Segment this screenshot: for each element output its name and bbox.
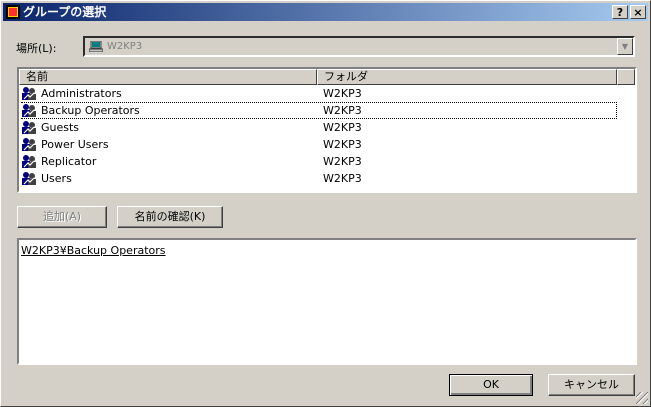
group-icon — [21, 103, 37, 118]
title-bar[interactable]: グループの選択 ? × — [3, 3, 648, 21]
group-list[interactable]: 名前 フォルダ Administrators W2KP3 Backup Operat… — [17, 67, 637, 193]
ok-button[interactable]: OK — [449, 374, 533, 396]
group-folder: W2KP3 — [323, 87, 362, 100]
list-item[interactable]: Guests W2KP3 — [21, 119, 617, 136]
list-item[interactable]: Backup Operators W2KP3 — [21, 102, 617, 119]
group-icon — [21, 120, 37, 135]
list-item[interactable]: Power Users W2KP3 — [21, 136, 617, 153]
column-header-name[interactable]: 名前 — [19, 69, 317, 85]
close-button[interactable]: × — [630, 5, 646, 19]
group-folder: W2KP3 — [323, 104, 362, 117]
group-name: Administrators — [41, 87, 122, 100]
list-header: 名前 フォルダ — [19, 69, 635, 85]
group-folder: W2KP3 — [323, 172, 362, 185]
group-icon — [21, 154, 37, 169]
group-name: Power Users — [41, 138, 109, 151]
cancel-button[interactable]: キャンセル — [548, 374, 635, 396]
app-icon — [6, 5, 20, 19]
column-header-filler — [617, 69, 635, 85]
add-button[interactable]: 追加(A) — [17, 206, 107, 228]
group-icon — [21, 171, 37, 186]
group-name: Guests — [41, 121, 80, 134]
group-name: Backup Operators — [41, 104, 140, 117]
group-folder: W2KP3 — [323, 121, 362, 134]
group-folder: W2KP3 — [323, 138, 362, 151]
group-name: Replicator — [41, 155, 97, 168]
selected-objects-field[interactable]: W2KP3¥Backup Operators — [17, 238, 637, 365]
group-folder: W2KP3 — [323, 155, 362, 168]
group-icon — [21, 86, 37, 101]
list-item[interactable]: Replicator W2KP3 — [21, 153, 617, 170]
list-item[interactable]: Users W2KP3 — [21, 170, 617, 187]
dropdown-arrow-icon[interactable]: ▼ — [617, 38, 633, 55]
resize-grip-icon[interactable] — [636, 392, 648, 404]
list-item[interactable]: Administrators W2KP3 — [21, 85, 617, 102]
help-button[interactable]: ? — [612, 5, 628, 19]
select-group-dialog: グループの選択 ? × 場所(L): W2KP3 ▼ 名前 フォルダ Admin… — [0, 0, 651, 407]
dialog-title: グループの選択 — [23, 5, 107, 19]
computer-icon — [89, 41, 103, 52]
selected-object-text: W2KP3¥Backup Operators — [21, 244, 166, 257]
group-icon — [21, 137, 37, 152]
group-name: Users — [41, 172, 72, 185]
location-label: 場所(L): — [16, 42, 57, 55]
location-combo[interactable]: W2KP3 ▼ — [83, 36, 635, 57]
column-header-folder[interactable]: フォルダ — [317, 69, 617, 85]
check-names-button[interactable]: 名前の確認(K) — [117, 206, 223, 228]
location-value: W2KP3 — [107, 41, 143, 52]
